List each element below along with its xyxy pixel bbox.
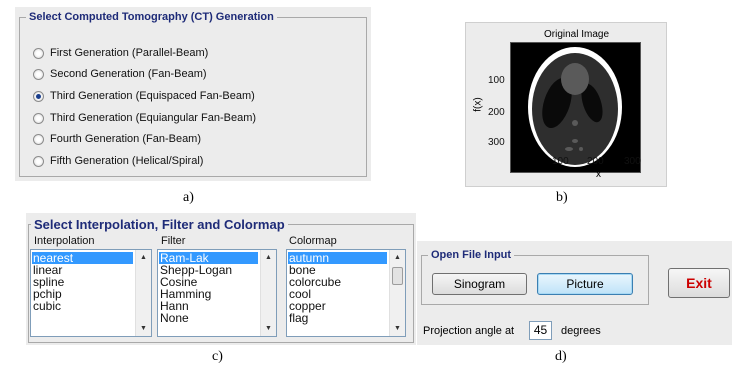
colormap-scrollbar[interactable]: ▲ ▼	[389, 250, 405, 336]
list-item[interactable]: cubic	[33, 300, 61, 312]
radio-second-generation[interactable]: Second Generation (Fan-Beam)	[33, 68, 207, 80]
caption-c: c)	[212, 349, 223, 364]
filter-header: Filter	[161, 235, 186, 247]
projection-angle-suffix: degrees	[561, 325, 601, 337]
plot-title: Original Image	[544, 29, 610, 40]
open-file-input-title: Open File Input	[431, 249, 512, 261]
caption-b: b)	[556, 190, 568, 205]
sinogram-button[interactable]: Sinogram	[432, 273, 527, 295]
radio-button[interactable]	[33, 155, 44, 167]
x-tick-200: 200	[587, 156, 604, 167]
radio-first-generation[interactable]: First Generation (Parallel-Beam)	[33, 47, 208, 59]
shepp-logan-phantom-icon	[528, 47, 622, 167]
scroll-down-arrow-icon[interactable]: ▼	[390, 321, 405, 336]
interp-filter-colormap-panel: Select Interpolation, Filter and Colorma…	[26, 213, 416, 345]
interpolation-listbox[interactable]: nearest linear spline pchip cubic ▲ ▼	[30, 249, 152, 337]
interp-filter-colormap-title: Select Interpolation, Filter and Colorma…	[34, 217, 285, 232]
radio-button-selected[interactable]	[33, 90, 44, 102]
colormap-listbox[interactable]: autumn bone colorcube cool copper flag ▲…	[286, 249, 406, 337]
radio-button[interactable]	[33, 47, 44, 59]
x-tick-300: 300	[624, 156, 641, 167]
interpolation-scrollbar[interactable]: ▲ ▼	[135, 250, 151, 336]
radio-button[interactable]	[33, 133, 44, 145]
original-image-panel: Original Image 100 200 300 f(x) 100 200 …	[465, 22, 667, 187]
x-tick-100: 100	[552, 156, 569, 167]
caption-a: a)	[183, 190, 194, 205]
radio-label: Fourth Generation (Fan-Beam)	[50, 133, 202, 145]
filter-scrollbar[interactable]: ▲ ▼	[260, 250, 276, 336]
projection-angle-prefix: Projection angle at	[423, 325, 515, 337]
scroll-up-arrow-icon[interactable]: ▲	[390, 250, 405, 265]
radio-third-generation-equiangular[interactable]: Third Generation (Equiangular Fan-Beam)	[33, 112, 256, 124]
radio-fifth-generation[interactable]: Fifth Generation (Helical/Spiral)	[33, 155, 203, 167]
radio-label: First Generation (Parallel-Beam)	[50, 47, 209, 59]
caption-d: d)	[555, 349, 567, 364]
exit-button[interactable]: Exit	[668, 268, 730, 298]
radio-label: Third Generation (Equiangular Fan-Beam)	[50, 112, 257, 124]
radio-fourth-generation[interactable]: Fourth Generation (Fan-Beam)	[33, 133, 201, 145]
scroll-thumb[interactable]	[392, 267, 403, 285]
colormap-header: Colormap	[289, 235, 337, 247]
interpolation-header: Interpolation	[34, 235, 95, 247]
y-tick-200: 200	[488, 107, 505, 118]
radio-label: Second Generation (Fan-Beam)	[50, 68, 207, 80]
file-input-panel: Open File Input Sinogram Picture Exit Pr…	[417, 241, 732, 345]
radio-button[interactable]	[33, 68, 44, 80]
scroll-down-arrow-icon[interactable]: ▼	[136, 321, 151, 336]
x-axis-label: x	[596, 169, 601, 180]
radio-label: Fifth Generation (Helical/Spiral)	[50, 155, 204, 167]
scroll-up-arrow-icon[interactable]: ▲	[261, 250, 276, 265]
projection-angle-input[interactable]: 45	[529, 321, 552, 340]
y-tick-300: 300	[488, 137, 505, 148]
ct-generation-panel: Select Computed Tomography (CT) Generati…	[15, 7, 371, 181]
scroll-down-arrow-icon[interactable]: ▼	[261, 321, 276, 336]
filter-listbox[interactable]: Ram-Lak Shepp-Logan Cosine Hamming Hann …	[157, 249, 277, 337]
ct-generation-title: Select Computed Tomography (CT) Generati…	[29, 11, 274, 23]
y-tick-100: 100	[488, 75, 505, 86]
list-item[interactable]: None	[160, 312, 189, 324]
radio-button[interactable]	[33, 112, 44, 124]
radio-label: Third Generation (Equispaced Fan-Beam)	[50, 90, 255, 102]
y-axis-label: f(x)	[472, 97, 484, 112]
list-item[interactable]: flag	[289, 312, 308, 324]
radio-third-generation-equispaced[interactable]: Third Generation (Equispaced Fan-Beam)	[33, 90, 255, 102]
phantom-image	[510, 42, 641, 173]
picture-button[interactable]: Picture	[537, 273, 633, 295]
scroll-up-arrow-icon[interactable]: ▲	[136, 250, 151, 265]
